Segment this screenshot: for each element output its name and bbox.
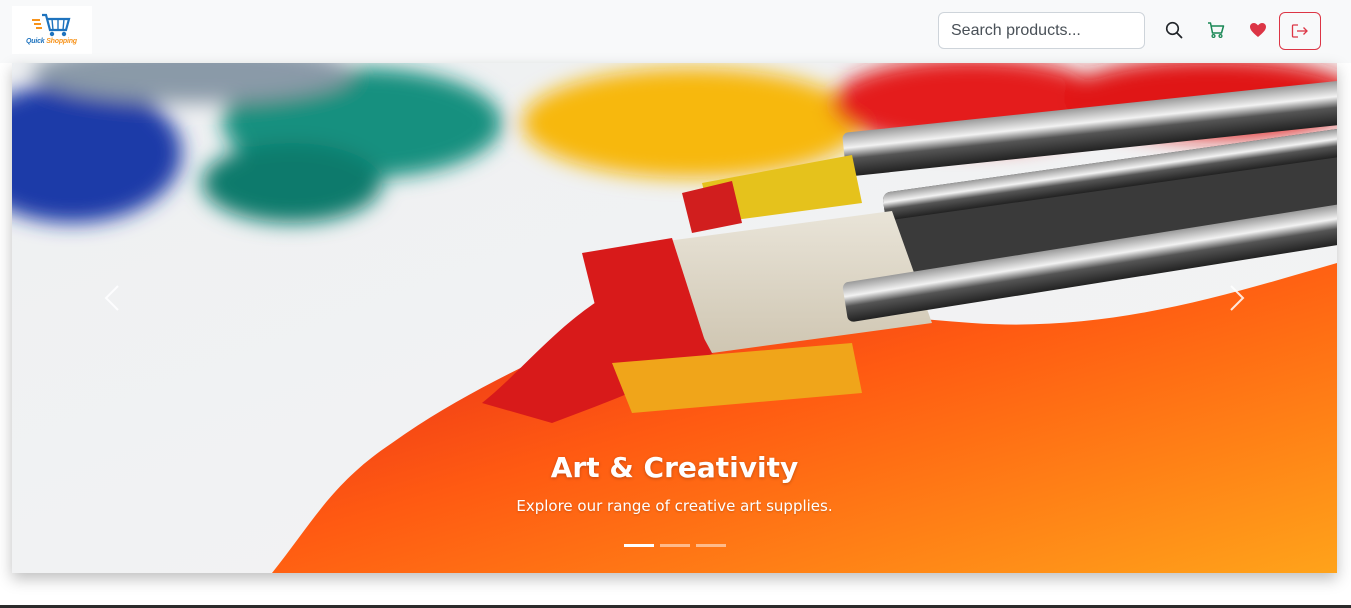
chevron-right-icon [1230, 285, 1245, 311]
logout-icon [1291, 24, 1308, 38]
heart-icon [1250, 23, 1266, 37]
slide-description: Explore our range of creative art suppli… [516, 497, 833, 515]
search-button[interactable] [1163, 19, 1185, 41]
carousel-indicators [624, 544, 726, 547]
brand-logo[interactable]: Quick Shopping [12, 6, 92, 54]
carousel-indicator-3[interactable] [696, 544, 726, 547]
carousel-next-button[interactable] [1217, 273, 1257, 323]
shopping-cart-logo-icon [32, 13, 71, 37]
logout-button[interactable] [1279, 12, 1321, 50]
carousel-indicator-2[interactable] [660, 544, 690, 547]
carousel-indicator-1[interactable] [624, 544, 654, 547]
search-input[interactable] [938, 12, 1145, 49]
cart-icon [1208, 22, 1225, 39]
slide-title: Art & Creativity [550, 451, 799, 484]
wishlist-button[interactable] [1247, 19, 1269, 41]
navbar: Quick Shopping [0, 0, 1351, 63]
cart-button[interactable] [1205, 19, 1227, 41]
carousel-prev-button[interactable] [92, 273, 132, 323]
chevron-left-icon [104, 285, 119, 311]
search-icon [1165, 21, 1183, 39]
brand-name: Quick Shopping [26, 38, 77, 45]
hero-carousel: Art & Creativity Explore our range of cr… [12, 63, 1337, 573]
